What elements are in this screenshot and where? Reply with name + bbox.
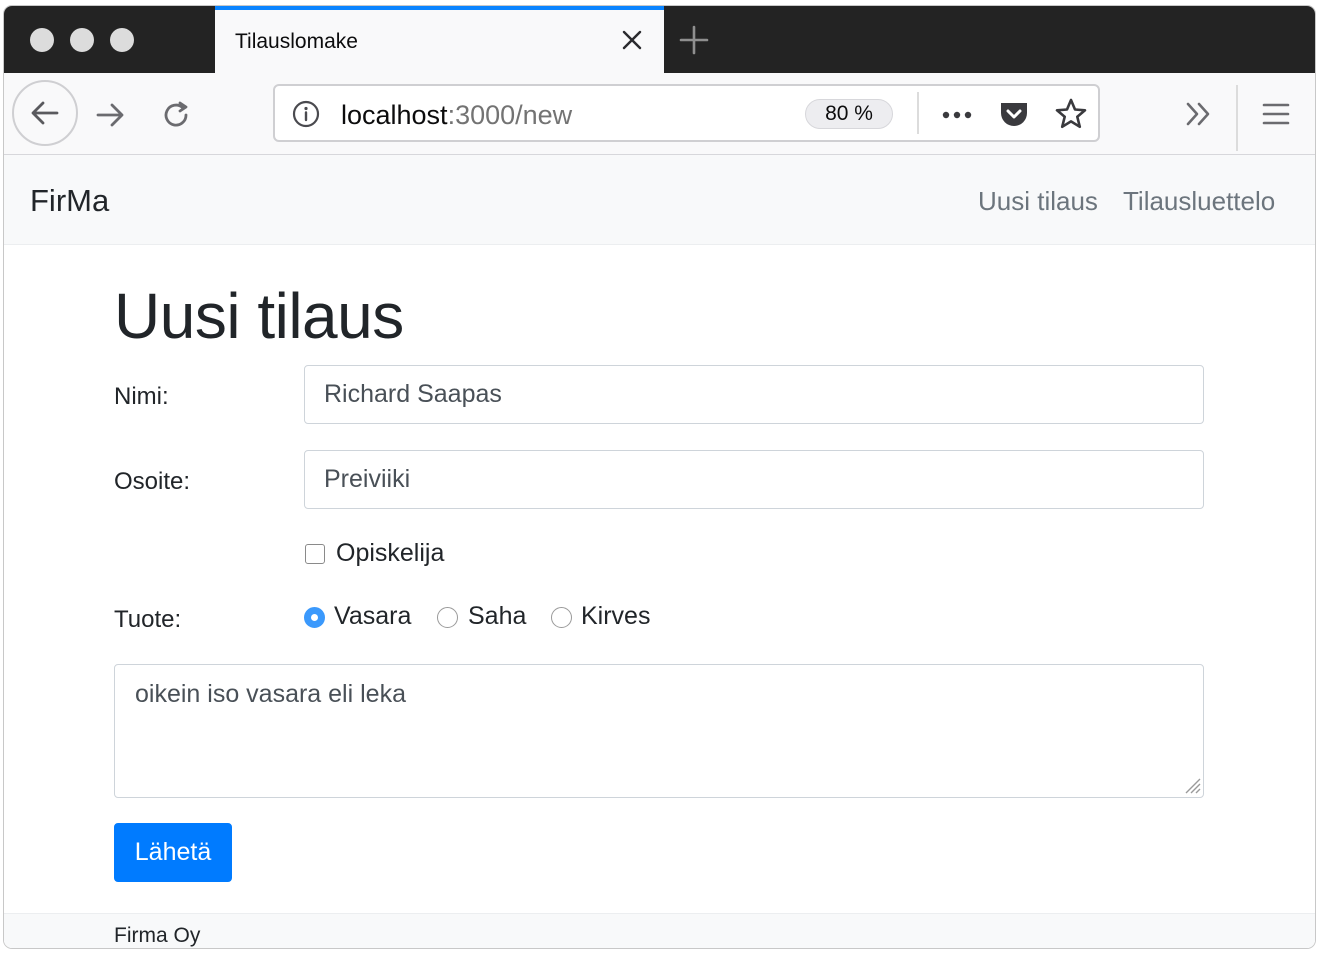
radio-label-vasara[interactable]: Vasara: [334, 602, 411, 631]
browser-toolbar: localhost:3000/new 80 %: [4, 73, 1315, 155]
back-button[interactable]: [12, 80, 78, 146]
url-bar[interactable]: localhost:3000/new 80 %: [273, 84, 1100, 142]
radio-label-kirves[interactable]: Kirves: [581, 602, 650, 631]
resize-grip-icon[interactable]: [1180, 773, 1202, 795]
address-label: Osoite:: [114, 468, 191, 495]
bookmark-star-icon[interactable]: [1053, 96, 1089, 132]
url-text[interactable]: localhost:3000/new: [341, 100, 572, 131]
hamburger-menu-icon[interactable]: [1259, 97, 1293, 131]
zoom-indicator[interactable]: 80 %: [805, 99, 893, 129]
product-label: Tuote:: [114, 606, 182, 633]
reload-icon: [164, 101, 188, 127]
radio-saha[interactable]: [437, 607, 458, 628]
name-input[interactable]: [304, 365, 1204, 424]
url-host: localhost: [341, 100, 448, 130]
nav-link-new-order[interactable]: Uusi tilaus: [978, 186, 1098, 217]
forward-arrow-icon: [96, 103, 124, 127]
page-title: Uusi tilaus: [114, 280, 404, 352]
new-tab-button[interactable]: [676, 22, 712, 58]
pocket-icon[interactable]: [997, 97, 1031, 131]
student-checkbox-label[interactable]: Opiskelija: [336, 539, 444, 568]
info-icon[interactable]: [291, 99, 321, 129]
radio-kirves[interactable]: [551, 607, 572, 628]
window-minimize-dot[interactable]: [70, 28, 94, 52]
page-content: FirMa Uusi tilaus Tilausluettelo Uusi ti…: [4, 155, 1315, 948]
tab-close-button[interactable]: [618, 26, 646, 54]
toolbar-separator: [1236, 85, 1238, 151]
window-zoom-dot[interactable]: [110, 28, 134, 52]
browser-window: Tilauslomake localhost:3000/new 80 % Fir…: [4, 6, 1315, 948]
radio-label-saha[interactable]: Saha: [468, 602, 526, 631]
active-tab[interactable]: Tilauslomake: [215, 6, 664, 73]
close-icon: [622, 30, 642, 50]
nav-link-order-list[interactable]: Tilausluettelo: [1123, 186, 1275, 217]
submit-button[interactable]: Lähetä: [114, 823, 232, 882]
plus-icon: [679, 25, 709, 55]
site-navbar: FirMa Uusi tilaus Tilausluettelo: [4, 155, 1315, 245]
tab-accent-bar: [215, 6, 664, 10]
url-bar-separator: [917, 92, 919, 134]
footer-text: Firma Oy: [114, 924, 201, 947]
name-label: Nimi:: [114, 383, 169, 410]
address-input[interactable]: [304, 450, 1204, 509]
tab-strip: Tilauslomake: [4, 6, 1315, 73]
site-footer: Firma Oy: [4, 913, 1315, 948]
back-arrow-icon: [31, 101, 59, 125]
window-close-dot[interactable]: [30, 28, 54, 52]
url-path: :3000/new: [447, 100, 573, 130]
brand-link[interactable]: FirMa: [30, 183, 109, 219]
tab-title: Tilauslomake: [235, 30, 358, 53]
radio-vasara[interactable]: [304, 607, 325, 628]
more-icon[interactable]: [939, 100, 975, 130]
forward-button[interactable]: [90, 95, 130, 135]
reload-button[interactable]: [156, 95, 196, 135]
overflow-chevrons-icon[interactable]: [1182, 97, 1216, 131]
student-checkbox[interactable]: [305, 544, 325, 564]
notes-textarea[interactable]: oikein iso vasara eli leka: [114, 664, 1204, 798]
